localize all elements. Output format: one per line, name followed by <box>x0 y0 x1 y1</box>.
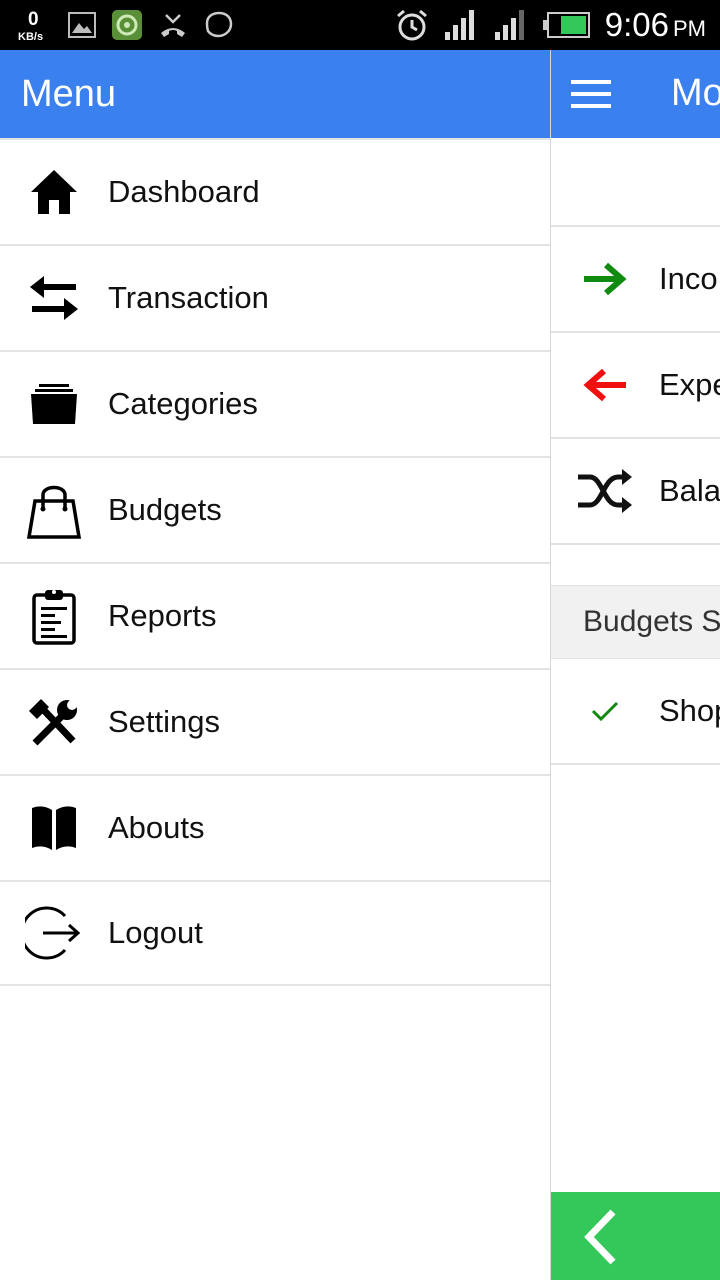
shopping-bag-icon <box>24 480 84 540</box>
arrow-left-icon <box>575 355 635 415</box>
book-icon <box>24 798 84 858</box>
budget-item[interactable]: Shop <box>551 659 720 765</box>
battery-icon <box>542 12 590 38</box>
drawer-header: Menu <box>0 50 550 138</box>
income-row[interactable]: Inco <box>551 227 720 333</box>
main-screen: Mo Inco Expe Balar Budgets S Shop <box>550 50 720 1280</box>
check-icon <box>575 681 635 741</box>
balance-label: Balar <box>659 473 720 508</box>
navigation-drawer: Menu Dashboard Transaction Categories Bu… <box>0 50 550 1280</box>
expense-row[interactable]: Expe <box>551 333 720 439</box>
tools-icon <box>24 692 84 752</box>
alarm-icon <box>396 9 427 41</box>
transfer-arrows-icon <box>24 268 84 328</box>
drawer-title: Menu <box>21 72 117 115</box>
arrow-right-icon <box>575 249 635 309</box>
menu-item-label: Reports <box>108 598 217 633</box>
folder-box-icon <box>24 374 84 434</box>
missed-call-icon <box>161 14 185 37</box>
menu-item-categories[interactable]: Categories <box>0 350 550 456</box>
menu-item-label: Abouts <box>108 810 205 845</box>
signal-icon <box>444 10 474 40</box>
menu-item-label: Budgets <box>108 492 222 527</box>
clock-time: 9:06 <box>604 6 669 43</box>
menu-item-abouts[interactable]: Abouts <box>0 774 550 880</box>
menu-item-reports[interactable]: Reports <box>0 562 550 668</box>
net-speed-value: 0 <box>28 9 39 30</box>
shuffle-icon <box>575 461 635 521</box>
status-bar: 0 KB/s 9:06 PM <box>0 0 720 50</box>
signal-icon <box>494 10 524 40</box>
net-speed-indicator: 0 KB/s <box>18 5 52 45</box>
menu-item-dashboard[interactable]: Dashboard <box>0 138 550 244</box>
menu-item-label: Dashboard <box>108 174 260 209</box>
budgets-section-header: Budgets S <box>551 585 720 659</box>
main-title: Mo <box>671 72 720 114</box>
hamburger-menu-icon[interactable] <box>571 80 611 108</box>
expense-label: Expe <box>659 367 720 402</box>
blank-row <box>551 138 720 227</box>
menu-item-label: Transaction <box>108 280 269 315</box>
chevron-left-icon <box>584 1209 616 1265</box>
home-icon <box>24 162 84 222</box>
balance-row[interactable]: Balar <box>551 439 720 545</box>
menu-item-settings[interactable]: Settings <box>0 668 550 774</box>
app-icon <box>112 10 142 40</box>
budget-item-label: Shop <box>659 693 720 728</box>
menu-item-label: Logout <box>108 915 203 950</box>
main-header: Mo <box>551 50 720 138</box>
income-label: Inco <box>659 261 718 296</box>
net-speed-unit: KB/s <box>18 31 44 43</box>
chat-icon <box>205 11 233 38</box>
clock: 9:06 PM <box>605 6 706 44</box>
back-button[interactable] <box>551 1192 720 1280</box>
menu-item-budgets[interactable]: Budgets <box>0 456 550 562</box>
menu-item-logout[interactable]: Logout <box>0 880 550 986</box>
menu-item-transaction[interactable]: Transaction <box>0 244 550 350</box>
menu-item-label: Settings <box>108 704 221 739</box>
logout-icon <box>24 903 84 963</box>
gallery-icon <box>68 12 96 38</box>
menu-item-label: Categories <box>108 386 258 421</box>
clipboard-icon <box>24 586 84 646</box>
clock-ampm: PM <box>673 16 706 41</box>
